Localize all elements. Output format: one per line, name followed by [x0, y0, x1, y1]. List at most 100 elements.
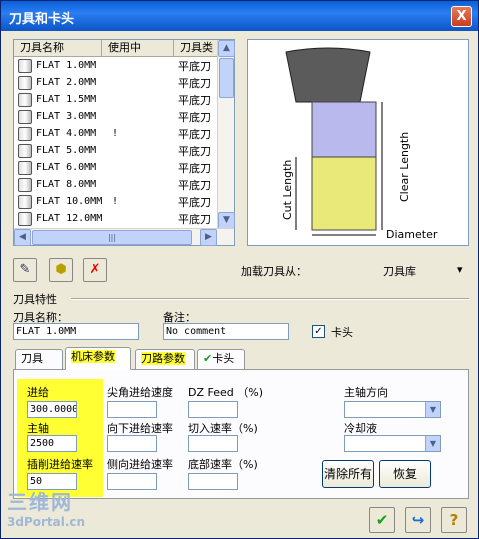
coolant-select[interactable]: ▼	[344, 435, 441, 452]
tool-name-cell: FLAT 12.0MM	[36, 213, 103, 224]
tab-holder[interactable]: ✔卡头	[197, 349, 245, 369]
spindle-field[interactable]: 2500	[27, 435, 77, 452]
close-button[interactable]: X	[451, 6, 472, 27]
tool-list-header: 刀具名称 使用中 刀具类	[14, 40, 218, 57]
table-row[interactable]: FLAT 12.0MM 平底刀	[14, 210, 218, 227]
watermark: 三维网 3dPortal.cn	[7, 486, 85, 529]
feed-label: 进给	[27, 386, 49, 399]
tool-file-icon	[18, 194, 32, 209]
horizontal-scroll-thumb[interactable]: |||	[32, 230, 192, 245]
tab-holder-label: 卡头	[212, 352, 235, 365]
clear-all-button[interactable]: 清除所有	[322, 460, 374, 488]
column-header-tool-type[interactable]: 刀具类	[174, 40, 218, 57]
tool-type-cell: 平底刀	[178, 110, 211, 124]
tool-type-cell: 平底刀	[178, 93, 211, 107]
tool-file-icon	[18, 58, 32, 73]
scroll-up-button[interactable]: ▲	[218, 40, 235, 57]
cut-length-label: Cut Length	[281, 160, 294, 220]
table-row[interactable]: FLAT 8.0MM 平底刀	[14, 176, 218, 193]
scroll-grip: |||	[107, 233, 117, 242]
tab-machine-params-label: 机床参数	[71, 350, 115, 363]
tab-toolpath-params-label: 刀路参数	[141, 352, 185, 365]
horizontal-scrollbar[interactable]: ◀ ||| ▶	[14, 228, 234, 246]
vertical-scroll-thumb[interactable]	[219, 58, 234, 98]
note-field[interactable]: No comment	[163, 323, 289, 340]
table-row[interactable]: FLAT 10.0MM! 平底刀	[14, 193, 218, 210]
scroll-right-button[interactable]: ▶	[200, 229, 217, 246]
down-feed-field[interactable]	[107, 435, 157, 452]
tool-type-cell: 平底刀	[178, 195, 211, 209]
tool-file-icon	[18, 211, 32, 226]
tool-diagram: Cut Length Clear Length Diameter	[247, 39, 469, 246]
title-bar[interactable]: 刀具和卡头 X	[1, 1, 478, 31]
feed-field[interactable]: 300.0000	[27, 401, 77, 418]
flute-shape	[311, 156, 377, 231]
tool-type-cell: 平底刀	[178, 161, 211, 175]
chevron-down-icon[interactable]: ▼	[425, 436, 440, 451]
side-feed-label: 侧向进给速率	[107, 458, 173, 471]
tool-file-icon	[18, 143, 32, 158]
cut-in-rate-field[interactable]	[188, 435, 238, 452]
tool-file-icon	[18, 126, 32, 141]
plunge-feed-label: 插削进给速率	[27, 458, 93, 471]
tip-feed-field[interactable]	[107, 401, 157, 418]
bottom-rate-label: 底部速率（%)	[188, 458, 258, 471]
load-from-select[interactable]: 刀具库	[383, 263, 416, 279]
tab-tool[interactable]: 刀具	[15, 349, 63, 369]
apply-icon: ↪	[411, 511, 425, 529]
side-feed-field[interactable]	[107, 473, 157, 490]
vertical-scrollbar[interactable]: ▲ ▼	[217, 40, 235, 229]
tool-icon: ⬢	[55, 262, 67, 277]
tool-list-rows: FLAT 1.0MM 平底刀 FLAT 2.0MM 平底刀 FLAT 1.5MM 平底刀 F…	[14, 57, 218, 229]
column-header-tool-name[interactable]: 刀具名称	[14, 40, 102, 57]
tool-name-cell: FLAT 4.0MM	[36, 128, 97, 139]
watermark-line1: 三维网	[7, 490, 73, 514]
cut-in-rate-label: 切入速率（%)	[188, 422, 258, 435]
holder-checkbox[interactable]: ✓	[312, 325, 325, 338]
in-use-cell: !	[112, 128, 119, 139]
tool-type-cell: 平底刀	[178, 76, 211, 90]
table-row[interactable]: FLAT 4.0MM! 平底刀	[14, 125, 218, 142]
spindle-direction-select[interactable]: ▼	[344, 401, 441, 418]
edit-tool-button[interactable]: ✎	[13, 258, 37, 282]
tool-name-cell: FLAT 1.0MM	[36, 60, 97, 71]
tool-name-cell: FLAT 3.0MM	[36, 111, 97, 122]
add-tool-button[interactable]: ⬢	[49, 258, 73, 282]
load-from-arrow-icon[interactable]: ▾	[457, 263, 463, 276]
bottom-rate-field[interactable]	[188, 473, 238, 490]
tool-list[interactable]: 刀具名称 使用中 刀具类 FLAT 1.0MM 平底刀 FLAT 2.0MM 平底刀 F…	[13, 39, 235, 246]
tab-tool-label: 刀具	[21, 352, 43, 365]
tool-name-field[interactable]: FLAT 1.0MM	[13, 323, 139, 340]
tool-type-cell: 平底刀	[178, 127, 211, 141]
in-use-cell: !	[112, 196, 119, 207]
column-header-in-use[interactable]: 使用中	[102, 40, 174, 57]
tool-file-icon	[18, 75, 32, 90]
help-button[interactable]: ?	[441, 507, 467, 533]
ok-button[interactable]: ✔	[369, 507, 395, 533]
tool-file-icon	[18, 160, 32, 175]
table-row[interactable]: FLAT 2.0MM 平底刀	[14, 74, 218, 91]
tab-toolpath-params[interactable]: 刀路参数	[135, 349, 195, 369]
tool-type-cell: 平底刀	[178, 144, 211, 158]
down-feed-label: 向下进给速率	[107, 422, 173, 435]
apply-button[interactable]: ↪	[405, 507, 431, 533]
tool-name-cell: FLAT 10.0MM	[36, 196, 103, 207]
table-row[interactable]: FLAT 1.5MM 平底刀	[14, 91, 218, 108]
dz-feed-field[interactable]	[188, 401, 238, 418]
tip-feed-label: 尖角进给速度	[107, 386, 173, 399]
dz-feed-label: DZ Feed （%)	[188, 386, 263, 399]
table-row[interactable]: FLAT 1.0MM 平底刀	[14, 57, 218, 74]
table-row[interactable]: FLAT 5.0MM 平底刀	[14, 142, 218, 159]
tool-file-icon	[18, 109, 32, 124]
scroll-left-button[interactable]: ◀	[14, 229, 31, 246]
tab-machine-params[interactable]: 机床参数	[65, 347, 131, 370]
table-row[interactable]: FLAT 3.0MM 平底刀	[14, 108, 218, 125]
chevron-down-icon[interactable]: ▼	[425, 402, 440, 417]
scroll-down-button[interactable]: ▼	[218, 212, 235, 229]
table-row[interactable]: FLAT 6.0MM 平底刀	[14, 159, 218, 176]
tool-props-section-label: 刀具特性	[13, 293, 57, 306]
delete-tool-button[interactable]: ✗	[83, 258, 107, 282]
tool-file-icon	[18, 177, 32, 192]
holder-shape	[285, 47, 371, 103]
restore-button[interactable]: 恢复	[379, 460, 431, 488]
